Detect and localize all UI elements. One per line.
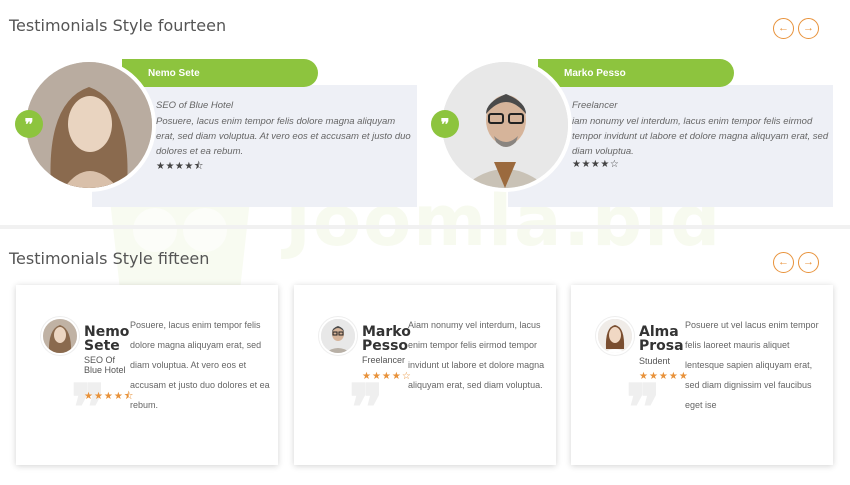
testimonial-text: Posuere, lacus enim tempor felis dolore … bbox=[156, 116, 411, 157]
testimonial-name: Marko Pesso bbox=[362, 324, 411, 354]
testimonial-name: Nemo Sete bbox=[122, 59, 318, 87]
testimonial-card: ❞ Alma Prosa Student ★★★★★ Posuere ut ve… bbox=[571, 285, 833, 465]
avatar bbox=[41, 317, 79, 355]
testimonial-card: ❞ Marko Pesso Freelancer ★★★★☆ Aiam nonu… bbox=[294, 285, 556, 465]
rating-stars-icon: ★★★★☆ bbox=[572, 159, 620, 170]
rating-stars-icon: ★★★★⯪ bbox=[156, 161, 204, 172]
rating-stars-icon: ★★★★★ bbox=[639, 371, 689, 382]
woman-portrait-icon bbox=[26, 62, 152, 188]
quote-icon: ❞ bbox=[15, 110, 43, 138]
quote-icon: ❞ bbox=[349, 371, 384, 446]
avatar bbox=[319, 317, 357, 355]
testimonial-text: Aiam nonumy vel interdum, lacus enim tem… bbox=[408, 320, 545, 390]
quote-icon: ❞ bbox=[626, 371, 661, 446]
testimonial-text: Posuere, lacus enim tempor felis dolore … bbox=[130, 320, 270, 410]
prev-arrow-icon[interactable]: ← bbox=[773, 18, 794, 39]
next-arrow-icon[interactable]: → bbox=[798, 252, 819, 273]
quote-icon: ❞ bbox=[71, 371, 106, 446]
testimonial-role: SEO of Blue Hotel bbox=[156, 100, 234, 111]
woman-portrait-icon bbox=[598, 319, 632, 353]
man-portrait-icon bbox=[442, 62, 568, 188]
testimonial-name: Alma Prosa bbox=[639, 324, 684, 354]
man-portrait-icon bbox=[321, 319, 355, 353]
testimonial-card: Nemo Sete ❞ SEO of Blue Hotel Posuere, l… bbox=[15, 58, 422, 208]
avatar bbox=[596, 317, 634, 355]
rating-stars-icon: ★★★★☆ bbox=[362, 371, 412, 382]
section-title-fourteen: Testimonials Style fourteen bbox=[9, 16, 227, 35]
testimonial-text: Posuere ut vel lacus enim tempor felis l… bbox=[685, 320, 819, 410]
quote-icon: ❞ bbox=[431, 110, 459, 138]
next-arrow-icon[interactable]: → bbox=[798, 18, 819, 39]
testimonial-name: Nemo Sete bbox=[84, 324, 130, 354]
testimonial-role: SEO Of Blue Hotel bbox=[84, 355, 126, 375]
prev-arrow-icon[interactable]: ← bbox=[773, 252, 794, 273]
rating-stars-icon: ★★★★⯪ bbox=[84, 391, 135, 402]
testimonial-text: iam nonumy vel interdum, lacus enim temp… bbox=[572, 116, 829, 157]
carousel-nav-fourteen: ← → bbox=[773, 18, 819, 39]
section-divider bbox=[0, 225, 850, 229]
testimonial-role: Student bbox=[639, 356, 671, 366]
section-title-fifteen: Testimonials Style fifteen bbox=[9, 249, 210, 268]
testimonial-card: Marko Pesso ❞ Freelancer iam nonumy vel … bbox=[431, 58, 838, 208]
carousel-nav-fifteen: ← → bbox=[773, 252, 819, 273]
testimonial-card: ❞ Nemo Sete SEO Of Blue Hotel ★★★★⯪ Posu… bbox=[16, 285, 278, 465]
testimonial-role: Freelancer bbox=[572, 100, 618, 111]
woman-portrait-icon bbox=[43, 319, 77, 353]
testimonial-name: Marko Pesso bbox=[538, 59, 734, 87]
